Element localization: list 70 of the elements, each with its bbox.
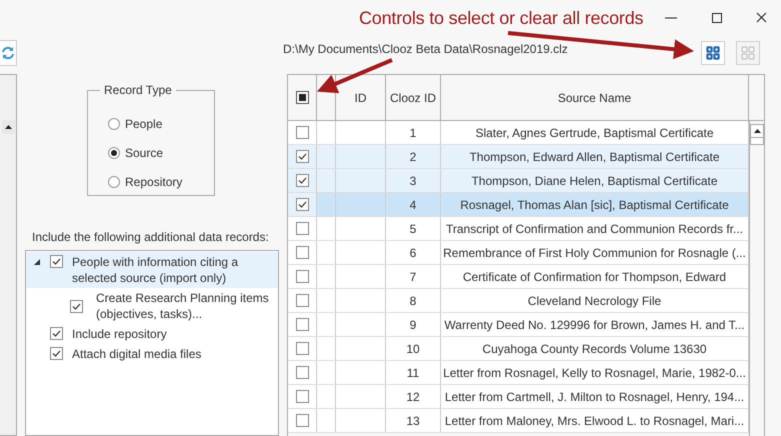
- annotation-label: Controls to select or clear all records: [359, 8, 644, 29]
- checkbox[interactable]: [50, 347, 63, 360]
- table-cell: 8: [386, 289, 441, 312]
- table-row[interactable]: 5 Transcript of Confirmation and Communion Records fr...: [288, 217, 749, 241]
- row-checkbox[interactable]: [296, 342, 308, 355]
- table-cell: 13: [386, 409, 441, 432]
- row-checkbox[interactable]: [296, 150, 308, 163]
- radio-option[interactable]: People: [108, 109, 214, 138]
- maximize-icon[interactable]: [712, 13, 722, 23]
- table-row[interactable]: 7 Certificate of Confirmation for Thompson, Edward: [288, 265, 749, 289]
- table-cell: 3: [386, 169, 441, 192]
- row-checkbox[interactable]: [296, 414, 308, 427]
- table-cell: 11: [386, 361, 441, 384]
- checkbox[interactable]: [70, 300, 83, 313]
- scrollbar-thumb[interactable]: [750, 138, 764, 145]
- radio-option[interactable]: Source: [108, 138, 214, 167]
- up-arrow-icon: [754, 129, 760, 133]
- row-checkbox[interactable]: [296, 270, 308, 283]
- column-header[interactable]: Clooz ID: [386, 75, 441, 120]
- row-checkbox[interactable]: [296, 318, 308, 331]
- row-checkbox[interactable]: [296, 294, 308, 307]
- scroll-up-button[interactable]: [750, 124, 764, 138]
- row-checkbox[interactable]: [296, 222, 308, 235]
- table-cell: 6: [386, 241, 441, 264]
- refresh-button[interactable]: [0, 40, 17, 66]
- grid-icon: [741, 46, 755, 60]
- tree-item[interactable]: Create Research Planning items (objectives, tasks)...: [26, 288, 278, 324]
- table-row[interactable]: 10 Cuyahoga County Records Volume 13630: [288, 337, 749, 361]
- table-row[interactable]: 6 Remembrance of First Holy Communion for Rosnagle (...: [288, 241, 749, 265]
- select-all-button[interactable]: [701, 41, 725, 65]
- table-row[interactable]: 12 Letter from Cartmell, J. Milton to Rosnagel, Henry, 194...: [288, 385, 749, 409]
- section-label: Include the following additional data records:: [32, 230, 270, 244]
- row-checkbox[interactable]: [296, 198, 308, 211]
- table-cell: 7: [386, 265, 441, 288]
- close-icon[interactable]: [756, 12, 766, 22]
- row-checkbox[interactable]: [296, 174, 308, 187]
- table-row[interactable]: 13 Letter from Maloney, Mrs. Elwood L. to Rosnagel, Mari...: [288, 409, 749, 433]
- table-cell: 5: [386, 217, 441, 240]
- tree-item[interactable]: People with information citing a selected source (import only): [26, 252, 278, 288]
- table-row[interactable]: 2 Thompson, Edward Allen, Baptismal Certificate: [288, 145, 749, 169]
- scroll-up-button[interactable]: [2, 120, 14, 134]
- refresh-icon: [2, 46, 14, 60]
- row-checkbox[interactable]: [296, 246, 308, 259]
- table-row[interactable]: 4 Rosnagel, Thomas Alan [sic], Baptismal Certificate: [288, 193, 749, 217]
- group-title: Record Type: [103, 83, 173, 97]
- column-header[interactable]: Source Name: [441, 75, 749, 120]
- row-checkbox[interactable]: [296, 126, 308, 139]
- table-cell: 4: [386, 193, 441, 216]
- table-row[interactable]: 9 Warrenty Deed No. 129996 for Brown, James H. and T...: [288, 313, 749, 337]
- table-row[interactable]: 1 Slater, Agnes Gertrude, Baptismal Certificate: [288, 121, 749, 145]
- row-checkbox[interactable]: [296, 390, 308, 403]
- table-row[interactable]: 3 Thompson, Diane Helen, Baptismal Certificate: [288, 169, 749, 193]
- radio-option[interactable]: Repository: [108, 167, 214, 196]
- table-row[interactable]: 11 Letter from Rosnagel, Kelly to Rosnagel, Marie, 1982-0...: [288, 361, 749, 385]
- table-cell: 9: [386, 313, 441, 336]
- grid-icon: [706, 46, 720, 60]
- select-all-checkbox[interactable]: [296, 91, 308, 104]
- column-header[interactable]: ID: [336, 75, 386, 120]
- table-cell: 1: [386, 121, 441, 144]
- up-arrow-icon: [4, 125, 12, 129]
- table-cell: 10: [386, 337, 441, 360]
- table-cell: 2: [386, 145, 441, 168]
- table-cell: 12: [386, 385, 441, 408]
- row-checkbox[interactable]: [296, 366, 308, 379]
- file-path: D:\My Documents\Clooz Beta Data\Rosnagel2019.clz: [283, 42, 569, 56]
- tree-item[interactable]: Include repository: [26, 324, 278, 344]
- tree-item[interactable]: Attach digital media files: [26, 344, 278, 364]
- table-row[interactable]: 8 Cleveland Necrology File: [288, 289, 749, 313]
- checkbox[interactable]: [50, 255, 63, 268]
- checkbox[interactable]: [50, 327, 63, 340]
